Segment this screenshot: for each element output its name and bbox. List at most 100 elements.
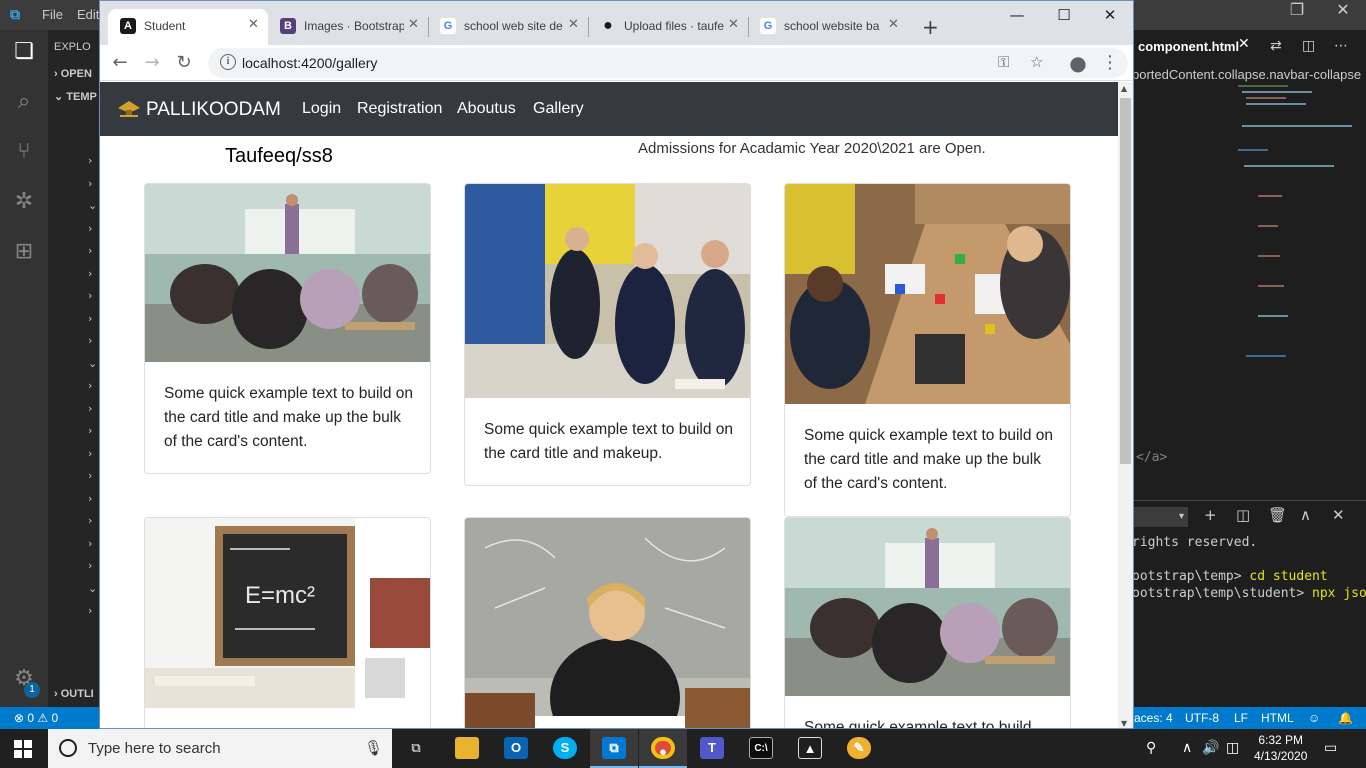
- maximize-panel-icon[interactable]: ∧: [1300, 506, 1311, 524]
- gallery-card[interactable]: E=mc²: [144, 517, 431, 728]
- terminal-select[interactable]: ▾: [1132, 507, 1188, 527]
- vscode-taskbar-icon[interactable]: ⧉: [590, 729, 638, 768]
- tab-student[interactable]: A Student ✕: [108, 9, 268, 45]
- people-icon[interactable]: ⚲: [1146, 740, 1156, 756]
- forward-arrow-icon[interactable]: →: [140, 51, 164, 75]
- menu-dots-icon[interactable]: ⋮: [1098, 51, 1122, 75]
- minimize-icon[interactable]: —: [997, 6, 1037, 26]
- back-arrow-icon[interactable]: ←: [108, 51, 132, 75]
- more-actions-icon[interactable]: ⋯: [1334, 38, 1348, 54]
- tray-chevron-icon[interactable]: ∧: [1182, 740, 1192, 756]
- split-terminal-icon[interactable]: ◫: [1236, 506, 1250, 524]
- close-window-icon[interactable]: ✕: [1090, 6, 1130, 26]
- new-terminal-icon[interactable]: +: [1204, 506, 1217, 524]
- action-center-icon[interactable]: ▭: [1324, 740, 1337, 756]
- scroll-down-arrow-icon[interactable]: ▼: [1121, 719, 1127, 728]
- terminal-taskbar-icon[interactable]: C:\: [737, 729, 785, 768]
- maximize-icon[interactable]: ☐: [1044, 6, 1084, 26]
- editor-tab-title[interactable]: component.html: [1138, 39, 1239, 54]
- tab-title: school web site de: [464, 19, 563, 33]
- tab-close-icon[interactable]: ✕: [568, 17, 579, 32]
- indent-status[interactable]: aces: 4: [1134, 711, 1173, 725]
- split-editor-icon[interactable]: ◫: [1302, 38, 1315, 54]
- tab-close-icon[interactable]: ✕: [728, 17, 739, 32]
- tab-school-web-site[interactable]: G school web site de ✕: [428, 9, 588, 45]
- photos-icon[interactable]: ▲: [786, 729, 834, 768]
- teams-icon[interactable]: T: [688, 729, 736, 768]
- nav-gallery[interactable]: Gallery: [533, 100, 584, 118]
- nav-registration[interactable]: Registration: [357, 100, 442, 118]
- search-icon[interactable]: ⌕: [10, 88, 38, 116]
- admission-notice: Admissions for Acadamic Year 2020\2021 a…: [638, 140, 986, 157]
- page-scrollbar[interactable]: ▲ ▼: [1118, 82, 1133, 728]
- compare-icon[interactable]: ⇄: [1270, 38, 1282, 54]
- encoding-status[interactable]: UTF-8: [1185, 711, 1219, 725]
- chrome-taskbar-icon[interactable]: ●: [639, 729, 687, 768]
- gallery-card[interactable]: Some quick example text to build on the …: [464, 183, 751, 486]
- notifications-icon[interactable]: 🔔: [1338, 711, 1353, 725]
- tab-school-website-ba[interactable]: G school website ba ✕: [748, 9, 908, 45]
- temp-folder-section[interactable]: ⌄ TEMP: [54, 90, 97, 103]
- skype-icon[interactable]: S: [541, 729, 589, 768]
- reload-icon[interactable]: ↻: [172, 51, 196, 75]
- network-icon[interactable]: ◫: [1226, 740, 1239, 756]
- taskbar-clock[interactable]: 6:32 PM 4/13/2020: [1254, 732, 1307, 764]
- vscode-restore-icon[interactable]: ❐: [1274, 0, 1320, 30]
- volume-icon[interactable]: 🔊: [1202, 740, 1219, 756]
- extensions-icon[interactable]: ⊞: [10, 238, 38, 266]
- paint-icon[interactable]: ✎: [835, 729, 883, 768]
- site-info-icon[interactable]: i: [220, 54, 236, 70]
- vscode-close-icon[interactable]: ✕: [1320, 0, 1366, 30]
- kill-terminal-icon[interactable]: 🗑: [1268, 506, 1287, 524]
- scroll-up-arrow-icon[interactable]: ▲: [1121, 84, 1127, 93]
- breadcrumb[interactable]: portedContent.collapse.navbar-collapse: [1132, 67, 1361, 82]
- scroll-thumb[interactable]: [1120, 98, 1131, 464]
- clock-time: 6:32 PM: [1258, 733, 1304, 747]
- gallery-card[interactable]: Some quick example text to build: [784, 517, 1071, 728]
- folder-tree-chevrons[interactable]: › › ⌄ › › › › › › ⌄ › › › › › › › › › ⌄ ›: [88, 150, 97, 623]
- explorer-label: EXPLO: [54, 41, 91, 53]
- windows-start-icon[interactable]: [14, 740, 32, 758]
- feedback-icon[interactable]: ☺: [1308, 711, 1320, 725]
- gallery-card[interactable]: Some quick example text to build on the …: [784, 183, 1071, 517]
- editor-tab-close-icon[interactable]: ✕: [1238, 36, 1250, 52]
- tab-close-icon[interactable]: ✕: [888, 17, 899, 32]
- file-explorer-icon[interactable]: [443, 729, 491, 768]
- star-icon[interactable]: ☆: [1030, 53, 1043, 71]
- menu-edit[interactable]: Edit: [77, 7, 99, 22]
- debug-icon[interactable]: ✲: [10, 188, 38, 216]
- new-tab-plus-icon[interactable]: +: [922, 15, 939, 39]
- microphone-icon[interactable]: 🎙: [364, 739, 383, 757]
- url-text[interactable]: localhost:4200/gallery: [242, 55, 377, 71]
- eol-status[interactable]: LF: [1234, 711, 1248, 725]
- close-panel-icon[interactable]: ✕: [1332, 506, 1345, 524]
- nav-login[interactable]: Login: [302, 100, 341, 118]
- key-icon[interactable]: ⚿: [998, 53, 1009, 71]
- problems-status[interactable]: ⊗ 0 ⚠ 0: [14, 711, 58, 725]
- outline-section[interactable]: › OUTLI: [54, 688, 94, 700]
- tab-close-icon[interactable]: ✕: [248, 17, 259, 32]
- card-text: Some quick example text to build on the …: [804, 427, 1053, 492]
- minimap[interactable]: [1238, 85, 1358, 405]
- code-fragment[interactable]: </a>: [1136, 450, 1167, 465]
- tab-close-icon[interactable]: ✕: [408, 17, 419, 32]
- nav-aboutus[interactable]: Aboutus: [457, 100, 516, 118]
- menu-file[interactable]: File: [42, 7, 63, 22]
- taskbar-search[interactable]: Type here to search 🎙: [48, 729, 392, 768]
- task-view-icon[interactable]: ⧉: [392, 729, 440, 768]
- address-bar[interactable]: i localhost:4200/gallery ⚿ ☆: [208, 48, 1128, 78]
- search-placeholder[interactable]: Type here to search: [88, 740, 221, 757]
- gallery-card[interactable]: [464, 517, 751, 728]
- source-control-icon[interactable]: ⑂: [10, 138, 38, 166]
- explorer-icon[interactable]: ❏: [10, 38, 38, 66]
- profile-avatar-icon[interactable]: ●: [1066, 51, 1090, 75]
- tab-images-bootstrap[interactable]: B Images · Bootstrap ✕: [268, 9, 428, 45]
- outlook-icon[interactable]: O: [492, 729, 540, 768]
- explorer-sidebar: EXPLO › OPEN ⌄ TEMP › › ⌄ › › › › › › ⌄ › › › › › › › › › ⌄…: [48, 30, 100, 707]
- tab-upload-files[interactable]: ● Upload files · taufe ✕: [588, 9, 748, 45]
- open-editors-section[interactable]: › OPEN: [54, 68, 92, 80]
- svg-text:E=mc²: E=mc²: [245, 582, 315, 609]
- language-status[interactable]: HTML: [1261, 711, 1294, 725]
- gallery-card[interactable]: Some quick example text to build on the …: [144, 183, 431, 474]
- brand-name[interactable]: PALLIKOODAM: [146, 99, 281, 121]
